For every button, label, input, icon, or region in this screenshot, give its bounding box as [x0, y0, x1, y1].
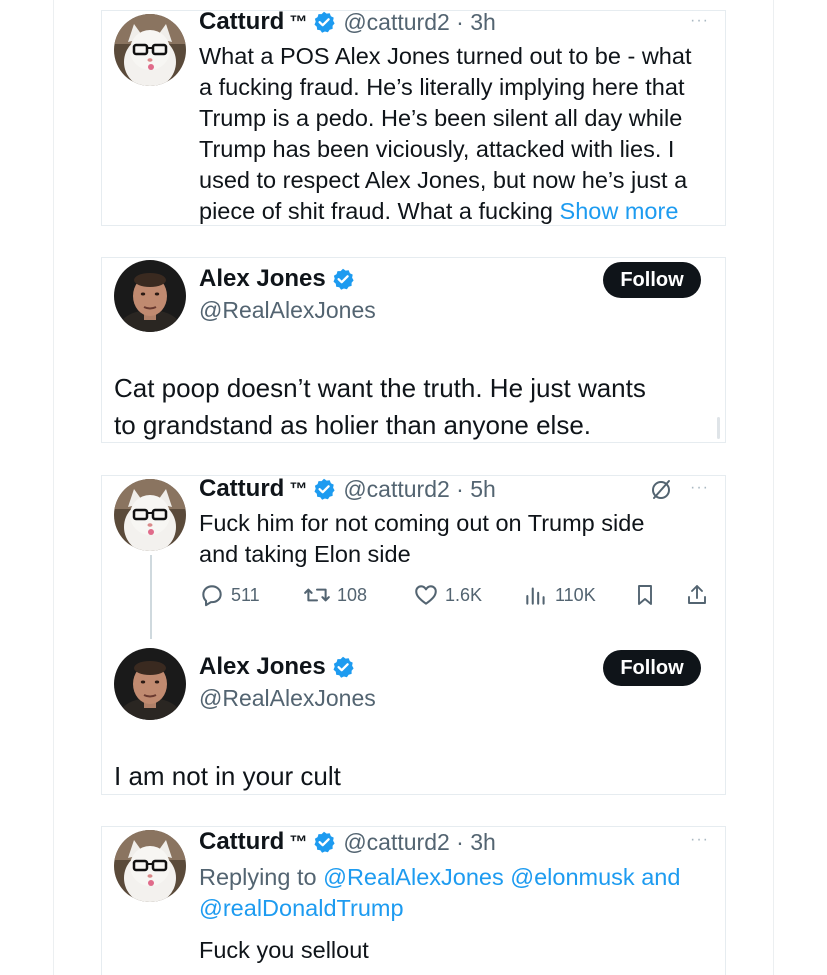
more-dots-icon[interactable]: ··· [690, 12, 709, 30]
tweet-text-end: piece of shit fraud. What a fucking [199, 198, 553, 224]
scrollbar[interactable] [717, 417, 720, 439]
tweet-text: Fuck him for not coming out on Trump sid… [199, 508, 719, 570]
author-handle-time[interactable]: @catturd2 · 5h [343, 476, 495, 503]
author-row: Catturd ™ @catturd2 · 5h [199, 475, 496, 503]
trademark-symbol: ™ [289, 831, 308, 852]
tweet-text-line: to grandstand as holier than anyone else… [114, 410, 592, 440]
tweet-text: What a POS Alex Jones turned out to be -… [199, 41, 719, 227]
more-dots-icon[interactable]: ··· [690, 479, 709, 497]
tweet-text: Fuck you sellout [199, 937, 369, 963]
author-name[interactable]: Alex Jones [199, 265, 326, 293]
retweet-icon [304, 588, 330, 602]
more-dots-icon[interactable]: ··· [690, 831, 709, 849]
reply-icon [202, 585, 222, 607]
share-icon[interactable] [685, 582, 709, 608]
tweet-actions-bar: 511 108 1.6K 110K [199, 578, 719, 614]
page-border-left [53, 0, 54, 975]
follow-button[interactable]: Follow [603, 262, 701, 298]
author-name[interactable]: Alex Jones [199, 653, 326, 681]
tweet-text-line: Cat poop doesn’t want the truth. He just… [114, 373, 646, 403]
replying-to-prefix: Replying to [199, 864, 317, 890]
catturd-avatar[interactable] [114, 479, 186, 551]
author-name[interactable]: Catturd [199, 828, 284, 856]
author-row: Catturd ™ @catturd2 · 3h [199, 8, 496, 36]
verified-badge-icon [332, 268, 354, 290]
page-border-right [773, 0, 774, 975]
author-row: Catturd ™ @catturd2 · 3h [199, 828, 496, 856]
show-more-link[interactable]: Show more [560, 198, 679, 224]
author-handle-time[interactable]: @catturd2 · 3h [343, 829, 495, 856]
tweet-text-line: used to respect Alex Jones, but now he’s… [199, 167, 688, 193]
no-edit-icon[interactable] [650, 478, 672, 500]
tweet-text-line: Trump has been viciously, attacked with … [199, 136, 675, 162]
thread-connector-line [150, 555, 152, 639]
reply-action[interactable]: 511 [199, 582, 260, 608]
follow-button[interactable]: Follow [603, 650, 701, 686]
tweet-text-line: a fucking fraud. He’s literally implying… [199, 74, 685, 100]
reply-count: 511 [231, 584, 260, 605]
tweet-text-line: and taking Elon side [199, 541, 411, 567]
alex-jones-avatar[interactable] [114, 260, 186, 332]
trademark-symbol: ™ [289, 478, 308, 499]
catturd-avatar[interactable] [114, 830, 186, 902]
author-row: Alex Jones [199, 653, 354, 681]
views-icon [526, 587, 545, 605]
author-handle-time[interactable]: @catturd2 · 3h [343, 9, 495, 36]
replying-to: Replying to @RealAlexJones @elonmusk and… [199, 862, 719, 924]
retweet-action[interactable]: 108 [303, 582, 367, 608]
alex-jones-avatar[interactable] [114, 648, 186, 720]
like-count: 1.6K [445, 584, 483, 605]
bookmark-icon[interactable] [633, 582, 657, 608]
verified-badge-icon [313, 11, 336, 33]
retweet-count: 108 [337, 584, 368, 605]
replying-to-links[interactable]: @RealAlexJones @elonmusk and [323, 864, 680, 890]
replying-to-line: Replying to @RealAlexJones @elonmusk and [199, 862, 719, 893]
author-name[interactable]: Catturd [199, 475, 284, 503]
catturd-avatar[interactable] [114, 14, 186, 86]
author-name[interactable]: Catturd [199, 8, 284, 36]
tweet-text: Cat poop doesn’t want the truth. He just… [114, 370, 714, 444]
verified-badge-icon [313, 831, 336, 853]
tweet-text: I am not in your cult [114, 761, 341, 791]
replying-to-link[interactable]: @realDonaldTrump [199, 893, 719, 924]
like-action[interactable]: 1.6K [413, 582, 482, 608]
tweet-text-line: Fuck him for not coming out on Trump sid… [199, 510, 645, 536]
verified-badge-icon [313, 478, 336, 500]
trademark-symbol: ™ [289, 11, 308, 32]
author-row: Alex Jones [199, 265, 354, 293]
verified-badge-icon [332, 656, 354, 678]
tweet-text-line: Trump is a pedo. He’s been silent all da… [199, 105, 683, 131]
author-handle[interactable]: @RealAlexJones [199, 685, 376, 712]
tweet-text-line: What a POS Alex Jones turned out to be -… [199, 43, 692, 69]
author-handle[interactable]: @RealAlexJones [199, 297, 376, 324]
views-count: 110K [555, 584, 596, 605]
like-icon [415, 585, 437, 605]
views-action[interactable]: 110K [523, 582, 596, 608]
tweet-text-line: piece of shit fraud. What a fucking Show… [199, 196, 719, 227]
